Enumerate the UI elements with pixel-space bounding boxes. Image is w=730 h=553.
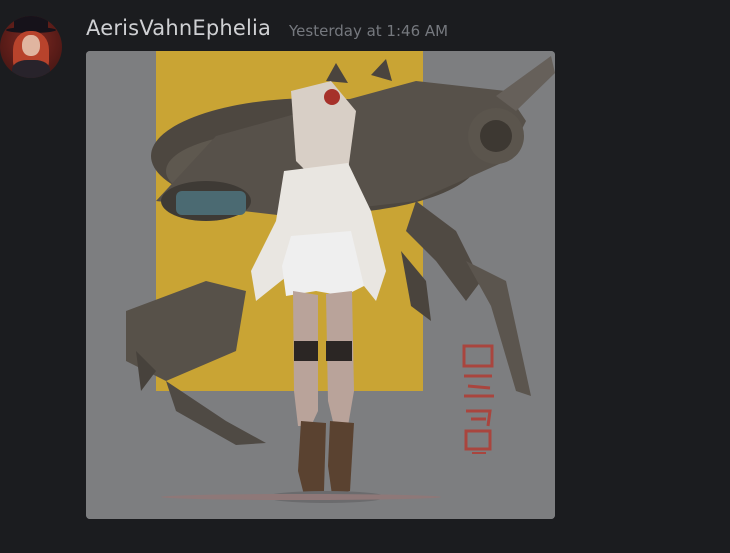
user-avatar[interactable] <box>0 16 62 78</box>
image-attachment[interactable] <box>86 51 555 519</box>
avatar-body <box>12 60 50 78</box>
avatar-face <box>22 35 40 56</box>
attachment-artwork <box>86 51 555 519</box>
message-timestamp: Yesterday at 1:46 AM <box>289 22 449 40</box>
username[interactable]: AerisVahnEphelia <box>86 16 271 40</box>
